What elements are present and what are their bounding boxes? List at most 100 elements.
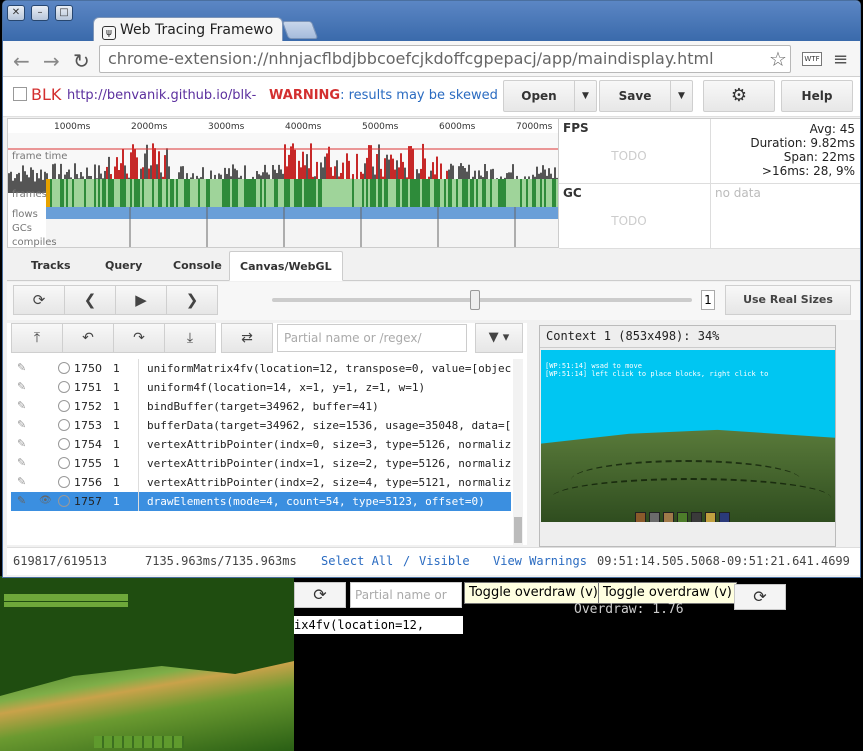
toggle-overdraw-icon[interactable]: ⇄	[221, 323, 273, 353]
trace-checkbox[interactable]	[13, 87, 27, 101]
frame-marker	[298, 179, 300, 207]
frame-marker	[178, 179, 180, 207]
frame-marker	[186, 179, 188, 207]
call-row[interactable]: ✎ 1755 1 vertexAttribPointer(indx=1, size=2…	[11, 454, 511, 473]
timeline-panel[interactable]: 1000ms 2000ms 3000ms 4000ms 5000ms 6000ms 7000…	[7, 118, 559, 248]
next-chevron-icon[interactable]: ❯	[166, 285, 218, 315]
fps-label: FPS	[563, 121, 589, 135]
use-real-sizes-button[interactable]: Use Real Sizes	[725, 285, 851, 315]
frame-marker	[270, 179, 272, 207]
breakpoint-icon[interactable]	[58, 495, 70, 507]
previous-chevron-icon[interactable]: ❮	[64, 285, 116, 315]
call-row[interactable]: ✎ 1754 1 vertexAttribPointer(indx=0, size=3…	[11, 435, 511, 454]
breakpoint-icon[interactable]	[58, 419, 70, 431]
save-dropdown-chevron-icon[interactable]: ▼	[670, 81, 692, 111]
edit-pencil-icon[interactable]: ✎	[17, 418, 26, 431]
browser-tab[interactable]: ψ Web Tracing Framewo	[93, 17, 283, 43]
over16-label: >16ms:	[761, 164, 810, 178]
help-button[interactable]: Help	[781, 80, 853, 112]
new-tab-button[interactable]	[281, 21, 319, 39]
breakpoint-icon[interactable]	[58, 476, 70, 488]
edit-pencil-icon[interactable]: ✎	[17, 494, 26, 507]
frame-marker	[158, 179, 160, 207]
address-bar[interactable]: chrome-extension://nhnjacflbdjbbcoefcjkd…	[99, 45, 791, 73]
edit-pencil-icon[interactable]: ✎	[17, 456, 26, 469]
back-arrow-icon[interactable]: ←	[13, 49, 30, 73]
frame-marker	[296, 179, 298, 207]
play-icon[interactable]: ▶	[115, 285, 167, 315]
tab-title: Web Tracing Framewo	[120, 22, 274, 38]
edit-pencil-icon[interactable]: ✎	[17, 475, 26, 488]
frame-marker	[188, 179, 190, 207]
hotbar-slot	[663, 512, 674, 522]
open-button[interactable]: Open ▼	[503, 80, 597, 112]
frame-marker	[532, 179, 534, 207]
open-dropdown-chevron-icon[interactable]: ▼	[574, 81, 596, 111]
breakpoint-icon[interactable]	[58, 438, 70, 450]
close-window-button[interactable]: ✕	[7, 5, 25, 21]
trace-url-link[interactable]: http://benvanik.github.io/blk-ga...	[67, 88, 257, 103]
tab-canvas-webgl[interactable]: Canvas/WebGL	[229, 251, 343, 281]
frame-slider[interactable]	[272, 298, 692, 302]
save-button[interactable]: Save ▼	[599, 80, 693, 112]
timeline-graph[interactable]: 1000ms 2000ms 3000ms 4000ms 5000ms 6000ms 7000…	[8, 119, 559, 248]
tab-tracks[interactable]: Tracks	[21, 251, 81, 281]
eye-icon[interactable]: 👁	[39, 495, 52, 506]
frame-marker	[394, 179, 396, 207]
breakpoint-icon[interactable]	[58, 362, 70, 374]
frame-marker	[414, 179, 416, 207]
visible-link[interactable]: Visible	[419, 554, 470, 568]
tab-query[interactable]: Query	[95, 251, 152, 281]
edit-pencil-icon[interactable]: ✎	[17, 380, 26, 393]
call-list-scrollbar[interactable]	[513, 359, 523, 545]
jump-last-icon[interactable]: ⤓	[164, 323, 216, 353]
call-row[interactable]: ✎ 👁 1757 1 drawElements(mode=4, count=54, ty…	[11, 492, 511, 511]
step-back-icon[interactable]: ↶	[62, 323, 114, 353]
frame-marker	[136, 179, 138, 207]
bookmark-star-icon[interactable]: ☆	[769, 47, 787, 71]
gc-todo: TODO	[611, 214, 647, 228]
frame-number-field[interactable]: 1	[701, 290, 715, 310]
forward-arrow-icon[interactable]: →	[43, 49, 60, 73]
frame-marker	[266, 179, 268, 207]
call-row[interactable]: ✎ 1753 1 bufferData(target=34962, size=1536…	[11, 416, 511, 435]
frame-marker	[510, 179, 512, 207]
settings-gear-icon[interactable]: ⚙	[703, 80, 775, 112]
filter-funnel-icon[interactable]: ▼ ▾	[475, 323, 523, 353]
frame-marker	[556, 179, 558, 207]
edit-pencil-icon[interactable]: ✎	[17, 361, 26, 374]
call-row[interactable]: ✎ 1751 1 uniform4f(location=14, x=1, y=1, z…	[11, 378, 511, 397]
frame-marker	[372, 179, 374, 207]
frame-marker	[58, 179, 60, 207]
call-filter-input[interactable]: Partial name or /regex/	[277, 324, 467, 352]
hotbar-slot	[705, 512, 716, 522]
reload-icon[interactable]: ↻	[73, 49, 90, 73]
extension-icon[interactable]: WTF	[802, 52, 822, 66]
tab-console[interactable]: Console	[163, 251, 232, 281]
frame-marker	[312, 179, 314, 207]
call-row[interactable]: ✎ 1752 1 bindBuffer(target=34962, buffer=41…	[11, 397, 511, 416]
call-row[interactable]: ✎ 1756 1 vertexAttribPointer(indx=2, size=4…	[11, 473, 511, 492]
open-button-label: Open	[521, 89, 557, 103]
maximize-window-button[interactable]: □	[55, 5, 73, 21]
menu-icon[interactable]: ≡	[833, 49, 848, 70]
breakpoint-icon[interactable]	[58, 381, 70, 393]
select-all-link[interactable]: Select All	[321, 554, 393, 568]
call-list-scroll-thumb[interactable]	[514, 517, 522, 543]
webgl-canvas[interactable]: [WP:51:14] wsad to move [WP:51:14] left …	[541, 350, 835, 522]
call-row[interactable]: ✎ 1750 1 uniformMatrix4fv(location=12, tran…	[11, 359, 511, 378]
frame-marker	[126, 179, 128, 207]
jump-first-icon[interactable]: ⤒	[11, 323, 63, 353]
step-forward-icon[interactable]: ↷	[113, 323, 165, 353]
frame-slider-handle[interactable]	[470, 290, 480, 310]
breakpoint-icon[interactable]	[58, 457, 70, 469]
frame-marker	[176, 179, 178, 207]
edit-pencil-icon[interactable]: ✎	[17, 437, 26, 450]
breakpoint-icon[interactable]	[58, 400, 70, 412]
call-command: bindBuffer(target=34962, buffer=41)	[147, 400, 379, 413]
edit-pencil-icon[interactable]: ✎	[17, 399, 26, 412]
minimize-window-button[interactable]: –	[31, 5, 49, 21]
view-warnings-link[interactable]: View Warnings	[493, 554, 587, 568]
refresh-icon[interactable]: ⟳	[13, 285, 65, 315]
frame-marker	[90, 179, 92, 207]
